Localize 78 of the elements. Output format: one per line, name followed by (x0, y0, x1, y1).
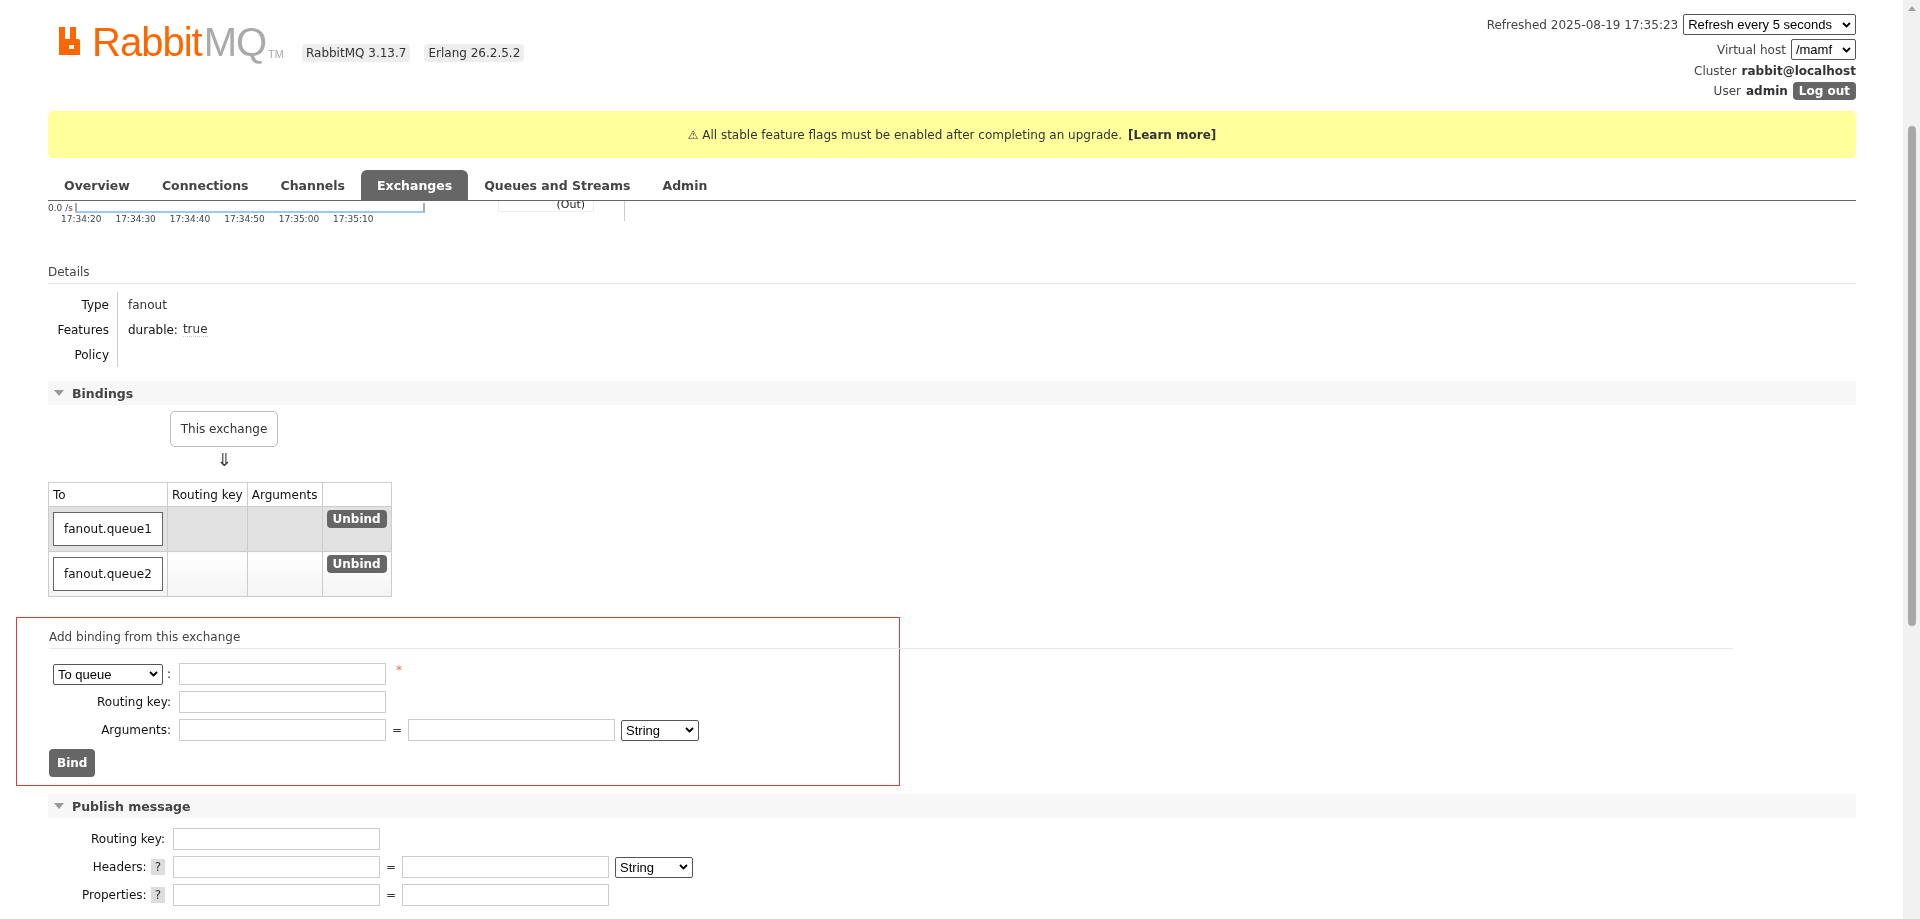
axis-label: 17:35:00 (278, 214, 320, 224)
section-header[interactable]: Publish message (48, 794, 1856, 818)
caret-icon (148, 671, 158, 677)
routing-key-field[interactable] (179, 691, 386, 713)
virtual-host-select[interactable]: /mamf (1790, 39, 1856, 60)
header-key-field[interactable] (173, 856, 380, 878)
axis-label: 17:35:10 (333, 214, 374, 224)
cluster-label: Cluster (1694, 64, 1737, 78)
refreshed-time: Refreshed 2025-08-19 17:35:23 (1486, 17, 1679, 32)
nav-tab[interactable]: Overview (48, 170, 146, 200)
field-label: Routing key: (90, 831, 166, 848)
section-header[interactable]: Bindings (48, 381, 1856, 405)
logout-button[interactable]: Log out (1792, 82, 1856, 100)
axis-label: 17:34:20 (61, 214, 102, 224)
destination-select[interactable]: To queue (52, 663, 163, 685)
property-value-field[interactable] (402, 884, 610, 906)
field-label: Headers: (92, 860, 147, 874)
nav-tab[interactable]: Admin (646, 170, 724, 200)
type-select[interactable]: String (621, 719, 700, 741)
caret-icon (679, 864, 689, 870)
unbind-button[interactable]: Unbind (326, 555, 387, 573)
axis-label: 17:34:50 (224, 214, 265, 224)
triangle-icon[interactable] (54, 390, 64, 396)
equals-sign: = (386, 888, 397, 902)
type-select[interactable]: String (615, 856, 694, 878)
detail-label: Features (48, 317, 118, 342)
unbind-button[interactable]: Unbind (326, 510, 387, 528)
property-key-field[interactable] (173, 884, 380, 906)
cluster-name: rabbit@localhost (1741, 64, 1856, 78)
section-heading: Add binding from this exchange (49, 630, 1733, 649)
nav-tab[interactable]: Channels (264, 170, 362, 200)
queue-link[interactable]: fanout.queue2 (53, 557, 163, 591)
user-name: admin (1745, 84, 1788, 98)
required-mark: * (396, 663, 402, 677)
queue-link[interactable]: fanout.queue1 (53, 512, 163, 546)
exchange-box: This exchange (169, 411, 279, 447)
feature-name: durable: (128, 322, 178, 337)
learn-more-link[interactable]: [Learn more] (1128, 127, 1217, 142)
colon-label: : (166, 667, 171, 681)
detail-value: fanout (128, 297, 167, 312)
routing-key-field[interactable] (173, 828, 380, 850)
axis-label: 17:34:30 (115, 214, 156, 224)
section-heading: Details (48, 265, 1856, 284)
warning-message: ⚠ All stable feature flags must be enabled after completing an upgrade. (687, 127, 1123, 142)
caret-icon (1842, 46, 1851, 53)
detail-label: Type (48, 292, 118, 317)
triangle-icon[interactable] (54, 803, 64, 809)
nav-tab[interactable]: Exchanges (361, 170, 469, 200)
equals-sign: = (392, 723, 403, 737)
nav-tab[interactable]: Connections (145, 170, 265, 200)
caret-icon (1842, 21, 1851, 28)
user-label: User (1713, 84, 1741, 98)
field-label: Properties: (81, 888, 147, 902)
scrollbar[interactable] (1903, 0, 1920, 919)
detail-label: Policy (48, 342, 118, 367)
caret-icon (685, 727, 695, 733)
field-label: Routing key: (96, 694, 172, 711)
nav-tab[interactable]: Queues and Streams (468, 170, 647, 200)
argument-value-field[interactable] (408, 719, 616, 741)
header-value-field[interactable] (402, 856, 610, 878)
column-header: Arguments (247, 482, 322, 507)
bind-button[interactable]: Bind (49, 749, 96, 777)
arrow-glyph: ⇓ (216, 449, 232, 470)
refresh-select[interactable]: Refresh every 5 seconds (1683, 14, 1856, 35)
axis-label: 17:34:40 (169, 214, 211, 224)
help-icon[interactable]: ? (150, 887, 165, 903)
axis-label: 0.0 /s (48, 203, 73, 213)
field-label: Arguments: (100, 722, 172, 739)
virtual-host-label: Virtual host (1716, 42, 1786, 57)
column-header: To (48, 482, 168, 507)
argument-key-field[interactable] (179, 719, 386, 741)
destination-field[interactable] (179, 663, 386, 685)
feature-value: true (182, 322, 208, 337)
help-icon[interactable]: ? (150, 859, 165, 875)
equals-sign: = (386, 860, 397, 874)
version-badge: RabbitMQ 3.13.7 (301, 44, 411, 62)
version-badge: Erlang 26.2.5.2 (424, 44, 525, 62)
column-header: Routing key (167, 482, 248, 507)
